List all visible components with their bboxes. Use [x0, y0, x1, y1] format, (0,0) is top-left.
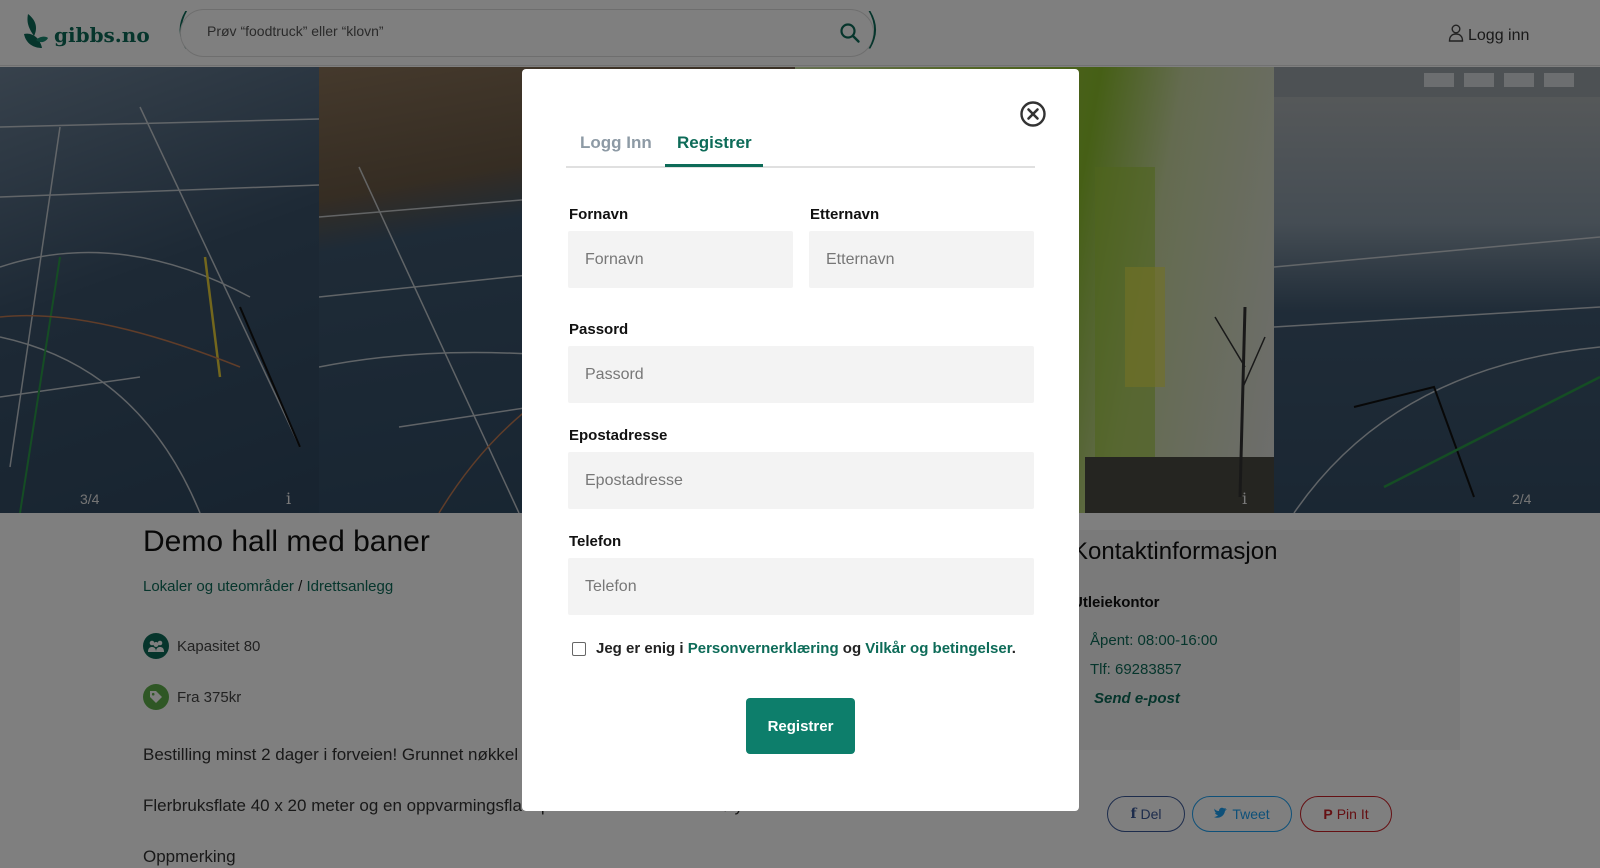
last-name-label: Etternavn — [810, 206, 880, 223]
first-name-field[interactable] — [568, 231, 793, 288]
tab-login[interactable]: Logg Inn — [580, 133, 652, 153]
last-name-field[interactable] — [809, 231, 1034, 288]
email-field[interactable] — [568, 452, 1034, 509]
terms-checkbox[interactable] — [572, 641, 586, 656]
privacy-policy-link[interactable]: Personvernerklæring — [688, 640, 839, 657]
register-modal: Logg Inn Registrer Fornavn Etternavn Pas… — [522, 69, 1079, 811]
agree-joiner: og — [842, 640, 862, 657]
first-name-label: Fornavn — [569, 206, 629, 223]
auth-tabs: Logg Inn Registrer — [566, 123, 1035, 168]
terms-link[interactable]: Vilkår og betingelser — [865, 640, 1011, 657]
phone-label: Telefon — [569, 533, 622, 550]
agree-suffix: . — [1011, 640, 1016, 657]
phone-field[interactable] — [568, 558, 1034, 615]
register-button[interactable]: Registrer — [746, 698, 855, 754]
tab-register[interactable]: Registrer — [677, 133, 752, 153]
active-tab-indicator — [665, 164, 763, 167]
email-label: Epostadresse — [569, 427, 668, 444]
password-label: Passord — [569, 321, 629, 338]
agree-prefix: Jeg er enig i — [596, 640, 684, 657]
terms-agreement: Jeg er enig i Personvernerklæring og Vil… — [572, 640, 1016, 657]
password-field[interactable] — [568, 346, 1034, 403]
